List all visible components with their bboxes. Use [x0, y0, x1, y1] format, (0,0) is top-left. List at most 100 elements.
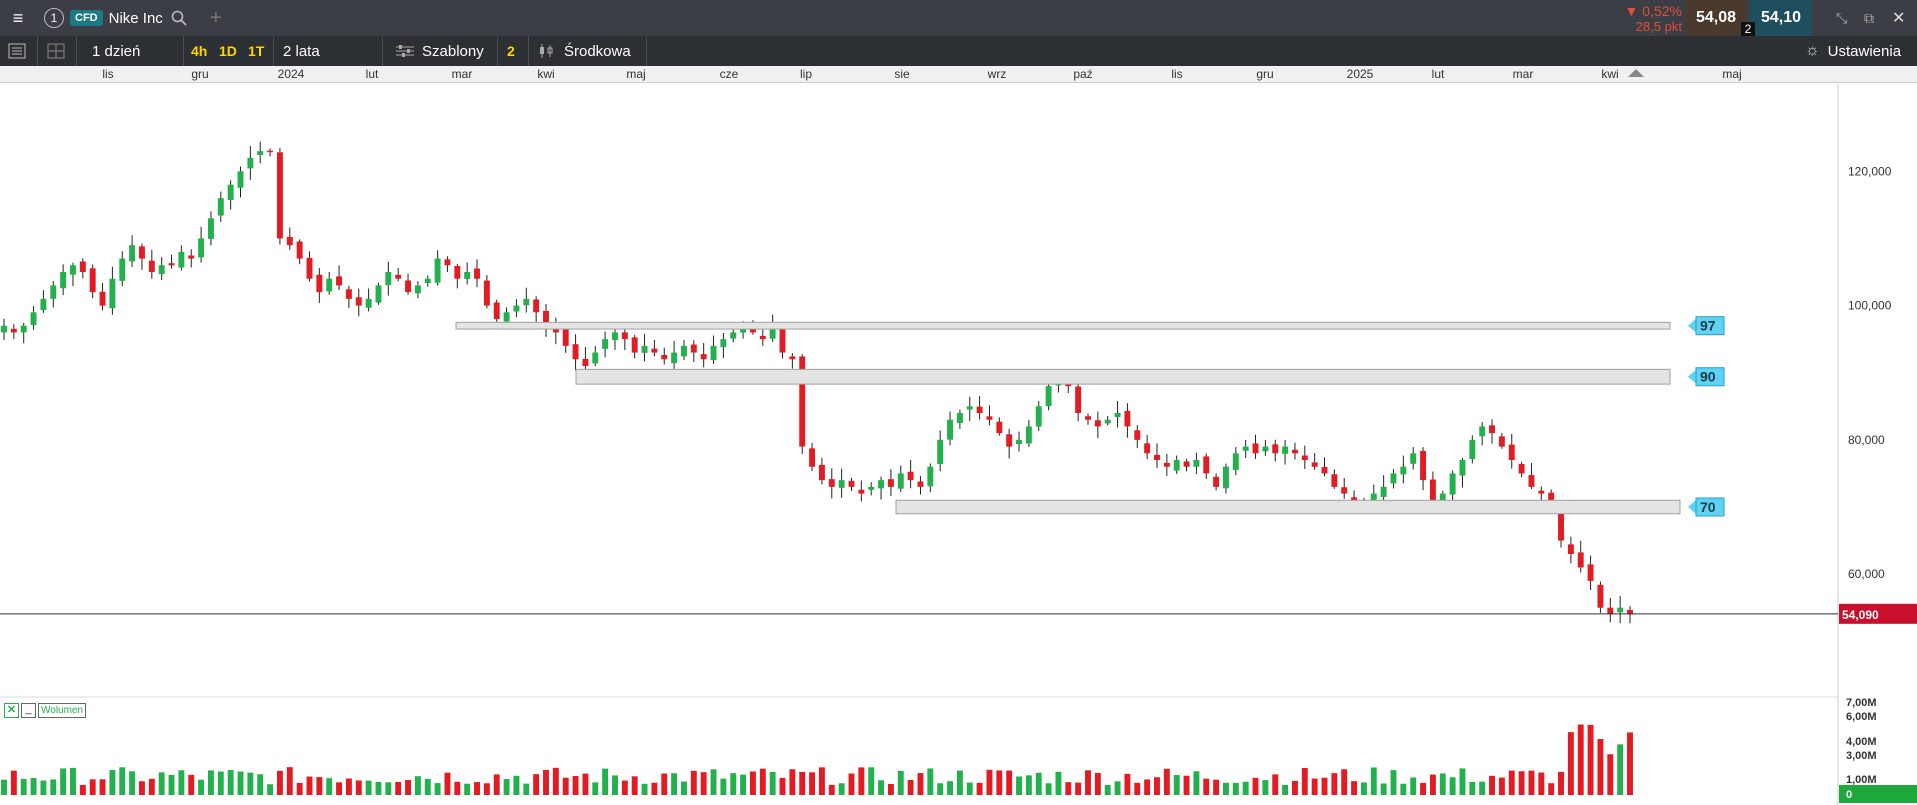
volume-bar	[1055, 771, 1062, 795]
candle-body	[1035, 406, 1042, 427]
candle-body	[424, 278, 431, 284]
candle-body	[966, 406, 973, 410]
volume-bar	[1045, 783, 1052, 795]
volume-bar	[1, 779, 7, 795]
price-axis-label: 100,000	[1848, 299, 1892, 313]
candle-body	[464, 272, 471, 280]
candle-body	[1321, 467, 1328, 474]
candle-body	[1163, 462, 1170, 467]
zone-tag-arrow	[1688, 369, 1696, 384]
volume-bar	[1272, 774, 1279, 795]
price-chart[interactable]: 97 90 70 120,000 100,000 80,000 60,000 54,090 7…	[0, 0, 1917, 805]
volume-axis-label: 0	[1846, 789, 1852, 801]
candle-body	[937, 439, 944, 465]
candle-body	[1538, 490, 1545, 494]
volume-bar	[1193, 771, 1200, 795]
volume-bar	[1528, 770, 1535, 795]
candle-body	[897, 473, 904, 489]
volume-bar	[1301, 767, 1308, 795]
volume-bar	[1075, 782, 1082, 795]
candle-body	[1252, 443, 1259, 454]
volume-bar	[454, 781, 461, 795]
candle-body	[651, 348, 658, 353]
volume-bar	[1203, 778, 1210, 795]
volume-axis-label: 4,00M	[1846, 736, 1877, 748]
candle-body	[730, 332, 737, 339]
volume-bar	[326, 778, 333, 795]
candle-body	[621, 332, 628, 340]
volume-bar	[523, 783, 530, 795]
volume-bar	[405, 780, 411, 795]
candle-body	[848, 480, 855, 487]
candle-body	[956, 413, 963, 424]
volume-bar	[286, 767, 293, 795]
candle-body	[276, 152, 283, 239]
volume-bar	[30, 778, 37, 795]
volume-bar	[109, 770, 116, 795]
volume-bar	[1173, 775, 1180, 795]
volume-bar	[759, 768, 766, 795]
volume-bar	[602, 768, 609, 795]
candle-body	[89, 268, 96, 293]
candle-body	[612, 332, 618, 341]
volume-bar	[1518, 771, 1525, 795]
volume-bar	[247, 772, 254, 795]
volume-bar	[50, 779, 57, 795]
volume-bar	[1597, 739, 1604, 795]
volume-bar	[1459, 768, 1466, 795]
candle-body	[414, 285, 421, 294]
volume-bar	[986, 769, 993, 795]
volume-bar	[612, 775, 618, 795]
candle-body	[1498, 436, 1505, 447]
candle-body	[483, 280, 490, 306]
volume-bar	[818, 767, 825, 795]
candle-body	[158, 265, 165, 275]
volume-bar	[178, 770, 185, 795]
volume-bar	[385, 782, 392, 795]
volume-bar	[720, 778, 727, 795]
volume-bar	[543, 769, 549, 795]
candle-body	[661, 354, 668, 360]
volume-bar	[414, 776, 421, 795]
volume-remove-icon[interactable]: ✕	[4, 703, 19, 718]
volume-bar	[375, 782, 382, 795]
volume-bar	[838, 783, 845, 795]
volume-bar	[956, 770, 963, 795]
volume-bar	[789, 769, 796, 795]
volume-bar	[1587, 724, 1594, 795]
candle-body	[188, 255, 195, 259]
candle-body	[306, 257, 313, 279]
candle-body	[1528, 475, 1535, 487]
candle-body	[1459, 460, 1466, 476]
candle-body	[1518, 463, 1525, 474]
volume-bar	[267, 784, 274, 795]
volume-bar	[483, 783, 490, 795]
volume-bar	[966, 782, 973, 795]
candle-body	[631, 337, 638, 353]
candle-body	[1114, 413, 1121, 417]
candle-body	[1085, 416, 1091, 420]
volume-minimize-icon[interactable]: _	[21, 703, 36, 718]
volume-bar	[148, 778, 155, 795]
volume-bar	[1577, 724, 1584, 795]
candle-body	[207, 218, 214, 239]
candle-body	[1183, 461, 1190, 467]
candle-body	[789, 356, 796, 360]
volume-bar	[1439, 773, 1446, 795]
volume-bar	[139, 781, 145, 795]
candle-body	[1104, 419, 1111, 424]
volume-bar	[40, 780, 47, 795]
volume-bar	[424, 778, 431, 795]
candle-body	[198, 238, 205, 258]
volume-bar	[1410, 777, 1417, 795]
candle-body	[690, 344, 697, 353]
candle-body	[385, 272, 392, 286]
volume-bar	[345, 778, 352, 795]
volume-bar	[690, 770, 697, 795]
volume-bar	[168, 774, 175, 795]
volume-bar	[493, 774, 500, 795]
volume-bar	[996, 770, 1003, 795]
volume-bar	[503, 779, 510, 795]
volume-bar	[671, 773, 678, 795]
candle-body	[681, 345, 687, 357]
